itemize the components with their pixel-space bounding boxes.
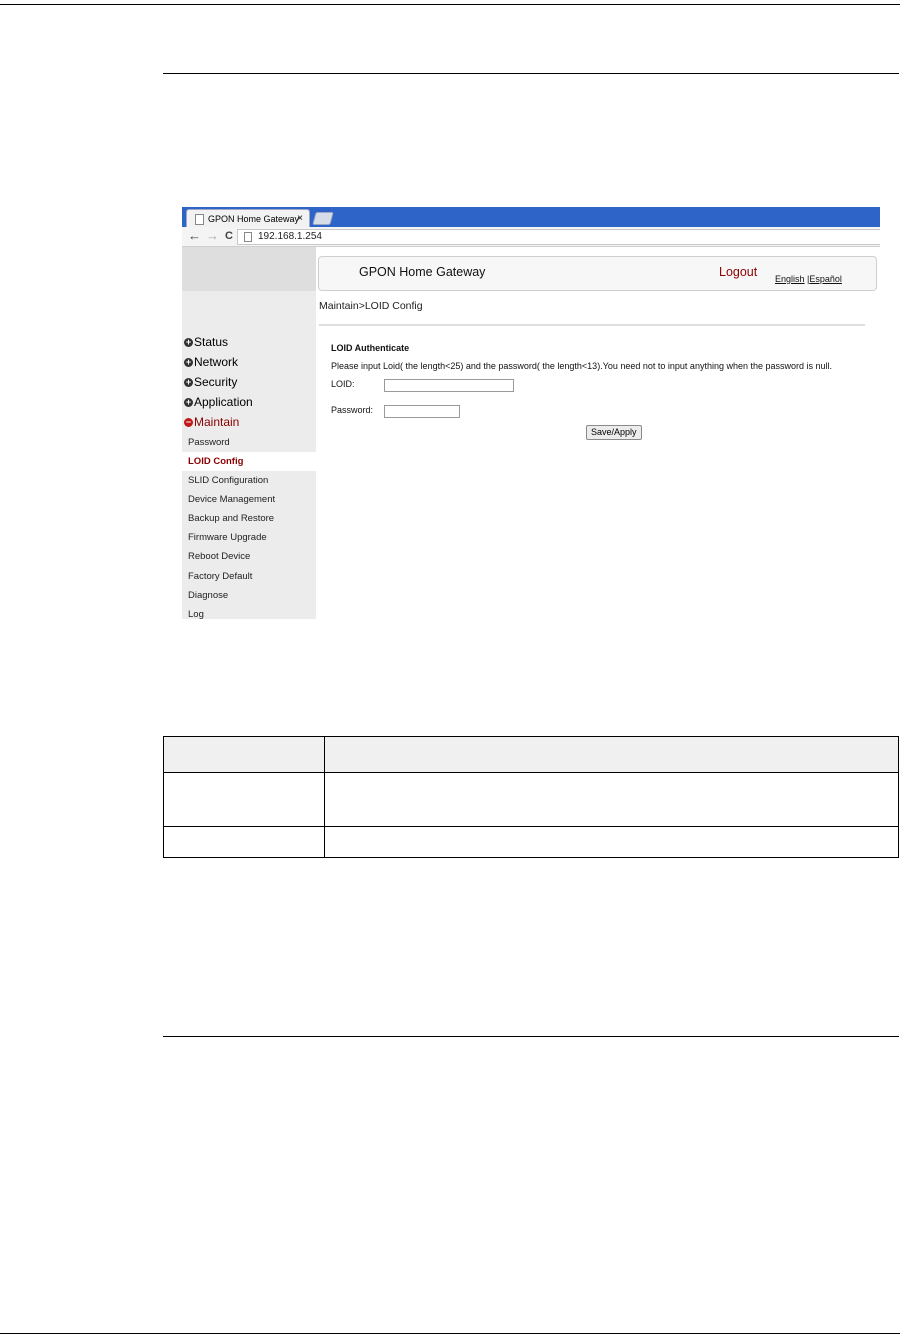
close-icon[interactable]: ×	[297, 210, 303, 228]
hint-text: Please input Loid( the length<25) and th…	[331, 361, 833, 371]
submenu-loid-config[interactable]: LOID Config	[182, 452, 316, 471]
password-label: Password:	[331, 405, 374, 415]
plus-icon: +	[184, 377, 193, 387]
menu-network[interactable]: + Network	[184, 355, 238, 369]
plus-icon: +	[184, 397, 193, 407]
submenu-slid-configuration[interactable]: SLID Configuration	[188, 475, 268, 487]
table-cell	[324, 737, 898, 772]
browser-tab-bar: GPON Home Gateway ×	[182, 207, 880, 228]
submenu-diagnose[interactable]: Diagnose	[188, 590, 228, 602]
tab-title: GPON Home Gateway	[208, 214, 300, 224]
section-rule-bottom	[163, 1036, 899, 1037]
table-cell	[164, 773, 324, 826]
loid-input[interactable]	[384, 379, 514, 392]
breadcrumb-divider	[319, 324, 865, 326]
address-bar[interactable]: 192.168.1.254	[237, 229, 880, 245]
browser-toolbar: ← → C 192.168.1.254	[182, 227, 880, 247]
table-header-row	[164, 737, 898, 773]
submenu-firmware-upgrade[interactable]: Firmware Upgrade	[188, 532, 267, 544]
table-cell	[164, 737, 324, 772]
password-input[interactable]	[384, 405, 460, 418]
app-header: GPON Home Gateway Logout English |Españo…	[318, 256, 877, 291]
new-tab-button[interactable]	[312, 212, 334, 225]
table-row	[164, 827, 898, 857]
section-title: LOID Authenticate	[331, 343, 410, 353]
submenu-password[interactable]: Password	[188, 437, 230, 449]
menu-status[interactable]: + Status	[184, 335, 228, 349]
plus-icon: +	[184, 337, 193, 347]
page-icon	[195, 214, 204, 225]
submenu-factory-default[interactable]: Factory Default	[188, 571, 252, 583]
parameter-table	[163, 736, 899, 858]
url-text: 192.168.1.254	[258, 231, 322, 242]
submenu-device-management[interactable]: Device Management	[188, 494, 275, 506]
espanol-link[interactable]: Español	[809, 274, 842, 284]
sidebar: + Status + Network + Security + Application …	[182, 247, 316, 619]
browser-tab[interactable]: GPON Home Gateway ×	[186, 209, 310, 228]
brand-title: GPON Home Gateway	[359, 265, 486, 279]
breadcrumb: Maintain>LOID Config	[319, 300, 423, 312]
language-switch: English |Español	[775, 274, 842, 284]
minus-icon: −	[184, 417, 193, 427]
bottom-page-rule	[0, 1333, 900, 1334]
loid-label: LOID:	[331, 379, 355, 389]
forward-arrow-icon[interactable]: →	[206, 228, 219, 244]
table-cell	[324, 827, 898, 857]
menu-application[interactable]: + Application	[184, 395, 253, 409]
submenu-reboot-device[interactable]: Reboot Device	[188, 551, 250, 563]
top-page-rule	[0, 4, 900, 5]
reload-icon[interactable]: C	[225, 228, 233, 244]
table-cell	[324, 773, 898, 826]
router-screenshot: GPON Home Gateway × ← → C 192.168.1.254 …	[182, 207, 880, 619]
section-rule-top	[163, 73, 899, 74]
menu-maintain[interactable]: − Maintain	[184, 415, 239, 429]
table-cell	[164, 827, 324, 857]
table-row	[164, 773, 898, 827]
save-apply-button[interactable]: Save/Apply	[586, 425, 642, 440]
back-arrow-icon[interactable]: ←	[188, 228, 201, 244]
plus-icon: +	[184, 357, 193, 367]
table-column-divider	[324, 737, 325, 857]
sidebar-logo-area	[182, 247, 316, 291]
submenu-log[interactable]: Log	[188, 609, 204, 619]
page-icon	[244, 232, 252, 242]
menu-security[interactable]: + Security	[184, 375, 237, 389]
english-link[interactable]: English	[775, 274, 805, 284]
submenu-backup-restore[interactable]: Backup and Restore	[188, 513, 274, 525]
logout-link[interactable]: Logout	[719, 265, 757, 279]
